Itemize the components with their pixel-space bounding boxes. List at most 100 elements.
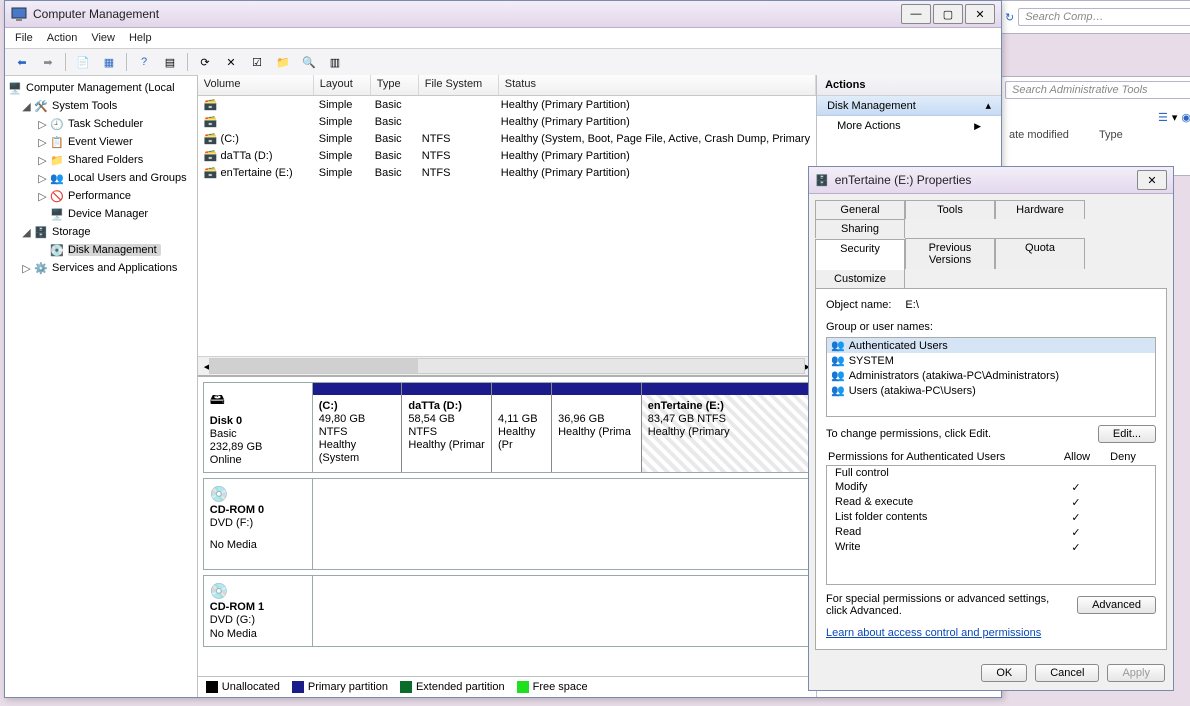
- advanced-hint: For special permissions or advanced sett…: [826, 593, 1067, 617]
- menu-action[interactable]: Action: [47, 32, 78, 44]
- cancel-button[interactable]: Cancel: [1035, 664, 1099, 682]
- permission-row: List folder contents✓: [827, 510, 1155, 525]
- list-item[interactable]: 👥Users (atakiwa-PC\Users): [827, 383, 1155, 398]
- tree-task-scheduler[interactable]: Task Scheduler: [68, 118, 143, 130]
- menu-view[interactable]: View: [91, 32, 115, 44]
- tree-performance[interactable]: Performance: [68, 190, 131, 202]
- tree-storage[interactable]: Storage: [52, 226, 91, 238]
- menu-help[interactable]: Help: [129, 32, 152, 44]
- tab-security[interactable]: Security: [815, 239, 905, 270]
- back-button[interactable]: ⬅: [11, 51, 33, 73]
- col-type[interactable]: Type: [371, 75, 419, 95]
- user-group-icon: 👥: [831, 384, 845, 397]
- partition[interactable]: (C:)49,80 GB NTFSHealthy (System: [313, 383, 403, 472]
- partition[interactable]: 36,96 GBHealthy (Prima: [552, 383, 642, 472]
- table-row[interactable]: 🗃️ daTTa (D:) SimpleBasic NTFSHealthy (P…: [198, 147, 816, 164]
- table-row[interactable]: 🗃️ SimpleBasic Healthy (Primary Partitio…: [198, 96, 816, 113]
- props-button[interactable]: ▤: [159, 51, 181, 73]
- table-row[interactable]: 🗃️ (C:) SimpleBasic NTFSHealthy (System,…: [198, 130, 816, 147]
- bg-col-date[interactable]: ate modified: [1009, 129, 1069, 141]
- learn-link[interactable]: Learn about access control and permissio…: [826, 627, 1041, 639]
- col-filesystem[interactable]: File System: [419, 75, 499, 95]
- refresh-button[interactable]: ⟳: [194, 51, 216, 73]
- table-row[interactable]: 🗃️ enTertaine (E:) SimpleBasic NTFSHealt…: [198, 164, 816, 181]
- search-computer-input[interactable]: Search Comp…: [1018, 8, 1190, 26]
- help-button[interactable]: ?: [133, 51, 155, 73]
- menu-file[interactable]: File: [15, 32, 33, 44]
- partition[interactable]: daTTa (D:)58,54 GB NTFSHealthy (Primar: [402, 383, 492, 472]
- partition[interactable]: enTertaine (E:)83,47 GB NTFSHealthy (Pri…: [642, 383, 810, 472]
- navigation-tree[interactable]: 🖥️Computer Management (Local ◢🛠️System T…: [5, 75, 198, 697]
- col-volume[interactable]: Volume: [198, 75, 314, 95]
- help-icon[interactable]: ◉: [1181, 111, 1190, 124]
- horizontal-scrollbar[interactable]: ◂ ▸: [198, 356, 816, 375]
- disk-row[interactable]: 💿 CD-ROM 1 DVD (G:) No Media: [203, 575, 811, 647]
- permission-row: Read & execute✓: [827, 495, 1155, 510]
- delete-button[interactable]: ✕: [220, 51, 242, 73]
- tree-event-viewer[interactable]: Event Viewer: [68, 136, 133, 148]
- user-group-icon: 👥: [831, 339, 845, 352]
- col-layout[interactable]: Layout: [314, 75, 371, 95]
- tab-quota[interactable]: Quota: [995, 238, 1085, 269]
- list-item[interactable]: 👥SYSTEM: [827, 353, 1155, 368]
- tree-system-tools[interactable]: System Tools: [52, 100, 117, 112]
- table-row[interactable]: 🗃️ SimpleBasic Healthy (Primary Partitio…: [198, 113, 816, 130]
- collapse-icon[interactable]: ◢: [21, 100, 32, 113]
- tree-root[interactable]: Computer Management (Local: [26, 82, 175, 94]
- tab-customize[interactable]: Customize: [815, 269, 905, 288]
- tools-icon: 🛠️: [33, 98, 49, 114]
- properties-button[interactable]: ☑: [246, 51, 268, 73]
- expand-icon[interactable]: ▷: [37, 136, 48, 149]
- disk-graphical-view[interactable]: 🖴 Disk 0 Basic 232,89 GB Online (C:)49,8…: [198, 375, 816, 676]
- tree-device-manager[interactable]: Device Manager: [68, 208, 148, 220]
- expand-icon[interactable]: ▷: [37, 118, 48, 131]
- list-item[interactable]: 👥Authenticated Users: [827, 338, 1155, 353]
- tree-services-apps[interactable]: Services and Applications: [52, 262, 177, 274]
- apply-button[interactable]: Apply: [1107, 664, 1165, 682]
- collapse-icon[interactable]: ◢: [21, 226, 32, 239]
- expand-icon[interactable]: ▷: [37, 154, 48, 167]
- actions-more[interactable]: More Actions▶: [817, 116, 1001, 136]
- list-item[interactable]: 👥Administrators (atakiwa-PC\Administrato…: [827, 368, 1155, 383]
- tree-shared-folders[interactable]: Shared Folders: [68, 154, 143, 166]
- close-button[interactable]: ✕: [1137, 170, 1167, 190]
- actions-disk-management[interactable]: Disk Management▴: [817, 96, 1001, 116]
- refresh-icon[interactable]: ↻: [1005, 11, 1014, 24]
- action2-button[interactable]: 🔍: [298, 51, 320, 73]
- view-icon[interactable]: ☰: [1158, 111, 1168, 124]
- tab-previous-versions[interactable]: Previous Versions: [905, 238, 995, 269]
- expand-icon[interactable]: ▷: [21, 262, 32, 275]
- close-button[interactable]: ✕: [965, 4, 995, 24]
- volume-list-header[interactable]: Volume Layout Type File System Status: [198, 75, 816, 96]
- disk-row[interactable]: 🖴 Disk 0 Basic 232,89 GB Online (C:)49,8…: [203, 382, 811, 473]
- disk-row[interactable]: 💿 CD-ROM 0 DVD (F:) No Media: [203, 478, 811, 570]
- tab-general[interactable]: General: [815, 200, 905, 219]
- permissions-list[interactable]: Full controlModify✓Read & execute✓List f…: [826, 465, 1156, 585]
- ok-button[interactable]: OK: [981, 664, 1027, 682]
- show-hide-tree-button[interactable]: ▦: [98, 51, 120, 73]
- advanced-button[interactable]: Advanced: [1077, 596, 1156, 614]
- tree-local-users[interactable]: Local Users and Groups: [68, 172, 187, 184]
- minimize-button[interactable]: —: [901, 4, 931, 24]
- tab-sharing[interactable]: Sharing: [815, 219, 905, 238]
- maximize-button[interactable]: ▢: [933, 4, 963, 24]
- partition[interactable]: 4,11 GBHealthy (Pr: [492, 383, 552, 472]
- action1-button[interactable]: 📁: [272, 51, 294, 73]
- tree-disk-management[interactable]: Disk Management: [68, 244, 161, 256]
- expand-icon[interactable]: ▷: [37, 190, 48, 203]
- tab-tools[interactable]: Tools: [905, 200, 995, 219]
- search-admin-input[interactable]: Search Administrative Tools: [1005, 81, 1190, 99]
- scrollbar-thumb[interactable]: [210, 359, 418, 373]
- clock-icon: 🕘: [49, 116, 65, 132]
- permissions-for-label: Permissions for Authenticated Users: [828, 451, 1054, 463]
- up-button[interactable]: 📄: [72, 51, 94, 73]
- col-status[interactable]: Status: [499, 75, 816, 95]
- action3-button[interactable]: ▥: [324, 51, 346, 73]
- forward-button[interactable]: ➡: [37, 51, 59, 73]
- expand-icon[interactable]: ▷: [37, 172, 48, 185]
- tab-hardware[interactable]: Hardware: [995, 200, 1085, 219]
- group-user-list[interactable]: 👥Authenticated Users👥SYSTEM👥Administrato…: [826, 337, 1156, 417]
- bg-col-type[interactable]: Type: [1099, 129, 1123, 141]
- volume-list[interactable]: 🗃️ SimpleBasic Healthy (Primary Partitio…: [198, 96, 816, 356]
- edit-button[interactable]: Edit...: [1098, 425, 1156, 443]
